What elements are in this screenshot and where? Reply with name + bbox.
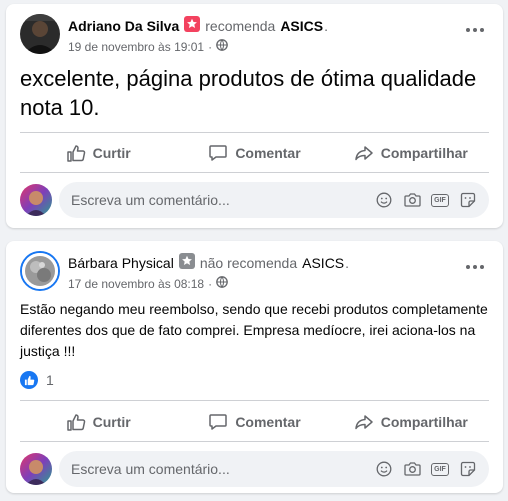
share-button[interactable]: Compartilhar bbox=[333, 405, 489, 439]
recommend-verb: não recomenda bbox=[199, 254, 298, 271]
divider bbox=[20, 441, 489, 442]
post-header: Bárbara Physical não recomenda ASICS. 17… bbox=[20, 251, 489, 295]
post-actions: Curtir Comentar Compartilhar bbox=[20, 136, 489, 170]
post-text: excelente, página produtos de ótima qual… bbox=[20, 66, 477, 120]
globe-icon bbox=[216, 276, 228, 291]
comment-composer: GIF bbox=[20, 182, 489, 218]
more-options-icon[interactable] bbox=[463, 22, 487, 38]
post-actions: Curtir Comentar Compartilhar bbox=[20, 405, 489, 439]
globe-icon bbox=[216, 39, 228, 54]
current-user-avatar[interactable] bbox=[20, 453, 52, 485]
thumbs-up-icon bbox=[66, 412, 86, 432]
post-date[interactable]: 17 de novembro às 08:18 bbox=[68, 277, 204, 291]
divider bbox=[20, 172, 489, 173]
share-arrow-icon bbox=[354, 143, 374, 163]
page-name[interactable]: ASICS bbox=[280, 18, 323, 34]
like-button[interactable]: Curtir bbox=[20, 405, 176, 439]
author-avatar[interactable] bbox=[20, 14, 60, 54]
camera-icon[interactable] bbox=[403, 460, 421, 478]
divider bbox=[20, 400, 489, 401]
author-avatar[interactable] bbox=[20, 251, 60, 291]
comment-input[interactable] bbox=[59, 191, 375, 209]
comment-button[interactable]: Comentar bbox=[176, 136, 332, 170]
emoji-icon[interactable] bbox=[375, 191, 393, 209]
current-user-avatar[interactable] bbox=[20, 184, 52, 216]
post-card: Adriano Da Silva recomenda ASICS. 19 de … bbox=[6, 4, 503, 228]
like-reaction-icon bbox=[20, 371, 38, 389]
comment-button[interactable]: Comentar bbox=[176, 405, 332, 439]
camera-icon[interactable] bbox=[403, 191, 421, 209]
recommend-badge-icon bbox=[184, 16, 201, 35]
page-name[interactable]: ASICS bbox=[302, 255, 344, 271]
comment-bubble-icon bbox=[208, 143, 228, 163]
share-button[interactable]: Compartilhar bbox=[333, 136, 489, 170]
post-text: Estão negando meu reembolso, sendo que r… bbox=[20, 301, 488, 359]
share-arrow-icon bbox=[354, 412, 374, 432]
thumbs-up-icon bbox=[66, 143, 86, 163]
comment-box[interactable]: GIF bbox=[59, 182, 489, 218]
comment-bubble-icon bbox=[208, 412, 228, 432]
not-recommend-badge-icon bbox=[178, 253, 195, 272]
sticker-icon[interactable] bbox=[459, 460, 477, 478]
gif-icon[interactable]: GIF bbox=[431, 191, 449, 209]
divider bbox=[20, 132, 489, 133]
post-meta: Adriano Da Silva recomenda ASICS. 19 de … bbox=[68, 16, 328, 54]
post-card: Bárbara Physical não recomenda ASICS. 17… bbox=[6, 241, 503, 493]
more-options-icon[interactable] bbox=[463, 259, 487, 275]
like-count: 1 bbox=[46, 372, 54, 388]
comment-composer: GIF bbox=[20, 451, 489, 487]
emoji-icon[interactable] bbox=[375, 460, 393, 478]
post-header: Adriano Da Silva recomenda ASICS. 19 de … bbox=[20, 14, 489, 58]
like-button[interactable]: Curtir bbox=[20, 136, 176, 170]
reactions-summary[interactable]: 1 bbox=[20, 371, 54, 389]
comment-box[interactable]: GIF bbox=[59, 451, 489, 487]
post-date[interactable]: 19 de novembro às 19:01 bbox=[68, 40, 204, 54]
author-name[interactable]: Bárbara Physical bbox=[68, 255, 174, 271]
sticker-icon[interactable] bbox=[459, 191, 477, 209]
post-meta: Bárbara Physical não recomenda ASICS. 17… bbox=[68, 253, 350, 291]
gif-icon[interactable]: GIF bbox=[431, 460, 449, 478]
author-name[interactable]: Adriano Da Silva bbox=[68, 18, 179, 34]
recommend-verb: recomenda bbox=[205, 17, 276, 34]
comment-input[interactable] bbox=[59, 460, 375, 478]
